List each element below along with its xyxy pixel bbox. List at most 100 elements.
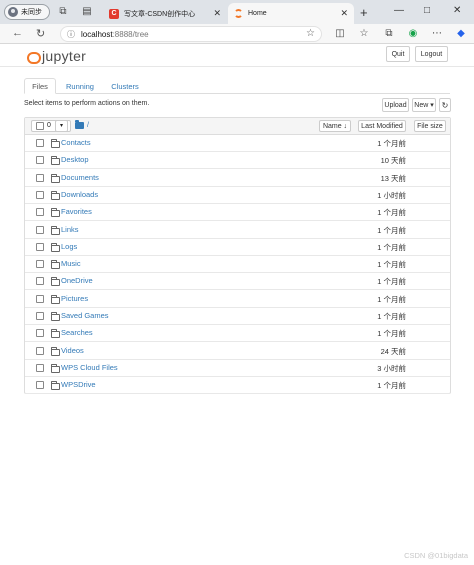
folder-link[interactable]: Saved Games <box>61 311 109 320</box>
sort-last-modified-button[interactable]: Last Modified <box>358 120 406 132</box>
folder-link[interactable]: Favorites <box>61 207 92 216</box>
folder-link[interactable]: Searches <box>61 328 93 337</box>
folder-link[interactable]: WPSDrive <box>61 380 96 389</box>
folder-link[interactable]: OneDrive <box>61 276 93 285</box>
favorite-star-icon[interactable]: ☆ <box>306 28 315 39</box>
list-item[interactable]: Searches 1 个月前 <box>25 325 450 343</box>
folder-icon <box>51 242 60 252</box>
tab-files[interactable]: Files <box>24 78 56 94</box>
logout-button[interactable]: Logout <box>415 46 448 62</box>
workspaces-icon[interactable]: ⧉ <box>57 6 69 18</box>
list-item[interactable]: Pictures 1 个月前 <box>25 291 450 308</box>
folder-icon <box>51 208 60 218</box>
row-checkbox[interactable] <box>36 190 44 199</box>
new-tab-button[interactable]: + <box>360 5 368 20</box>
row-checkbox[interactable] <box>36 294 44 303</box>
list-item[interactable]: Favorites 1 个月前 <box>25 204 450 222</box>
list-item[interactable]: WPS Cloud Files 3 小时前 <box>25 360 450 377</box>
folder-link[interactable]: Links <box>61 225 79 234</box>
list-item[interactable]: Logs 1 个月前 <box>25 239 450 256</box>
address-bar[interactable]: ⓘ localhost:8888/tree ☆ <box>60 26 322 42</box>
list-item[interactable]: Downloads 1 小时前 <box>25 187 450 204</box>
row-checkbox[interactable] <box>36 225 44 234</box>
folder-icon <box>51 173 60 183</box>
new-dropdown-button[interactable]: New ▾ <box>412 98 436 112</box>
last-modified: 1 个月前 <box>377 329 406 339</box>
close-icon[interactable]: ✕ <box>340 8 348 19</box>
row-checkbox[interactable] <box>36 329 44 338</box>
last-modified: 1 个月前 <box>377 225 406 235</box>
favorites-icon[interactable]: ☆ <box>358 28 370 39</box>
folder-link[interactable]: Contacts <box>61 138 91 147</box>
folder-link[interactable]: Videos <box>61 346 84 355</box>
back-icon[interactable]: ← <box>12 27 23 39</box>
minimize-icon[interactable]: — <box>394 5 404 16</box>
select-all-checkbox[interactable] <box>36 122 44 130</box>
tab-clusters[interactable]: Clusters <box>106 78 144 94</box>
row-checkbox[interactable] <box>36 363 44 372</box>
sort-file-size-button[interactable]: File size <box>414 120 446 132</box>
list-item[interactable]: Contacts 1 个月前 <box>25 135 450 152</box>
browser-tab-csdn[interactable]: C 写文章-CSDN创作中心 ✕ <box>103 3 227 24</box>
list-item[interactable]: OneDrive 1 个月前 <box>25 273 450 291</box>
jupyter-logo-icon <box>27 50 41 64</box>
folder-link[interactable]: Downloads <box>61 190 98 199</box>
list-item[interactable]: Saved Games 1 个月前 <box>25 308 450 325</box>
folder-link[interactable]: WPS Cloud Files <box>61 363 118 372</box>
last-modified: 1 个月前 <box>377 260 406 270</box>
more-icon[interactable]: ⋯ <box>431 28 443 39</box>
row-checkbox[interactable] <box>36 139 44 147</box>
row-checkbox[interactable] <box>36 346 44 355</box>
last-modified: 1 个月前 <box>377 381 406 391</box>
folder-link[interactable]: Logs <box>61 242 77 251</box>
folder-link[interactable]: Documents <box>61 173 99 182</box>
row-checkbox[interactable] <box>36 242 44 251</box>
tab-title: Home <box>248 10 267 17</box>
browser-tab-home[interactable]: Home ✕ <box>228 3 354 24</box>
list-item[interactable]: Documents 13 天前 <box>25 170 450 187</box>
row-checkbox[interactable] <box>36 156 44 165</box>
quit-button[interactable]: Quit <box>386 46 410 62</box>
row-checkbox[interactable] <box>36 260 44 269</box>
upload-button[interactable]: Upload <box>382 98 409 112</box>
select-dropdown-caret[interactable]: ▾ <box>55 120 68 132</box>
row-checkbox[interactable] <box>36 173 44 182</box>
folder-link[interactable]: Music <box>61 259 81 268</box>
last-modified: 1 个月前 <box>377 277 406 287</box>
tab-running[interactable]: Running <box>60 78 100 94</box>
profile-button[interactable]: 未同步 <box>4 4 50 20</box>
last-modified: 24 天前 <box>380 346 406 356</box>
refresh-icon[interactable]: ↻ <box>439 98 451 112</box>
list-item[interactable]: Desktop 10 天前 <box>25 152 450 170</box>
folder-icon <box>51 190 60 200</box>
list-item[interactable]: Links 1 个月前 <box>25 222 450 239</box>
extension-icon[interactable]: ◉ <box>407 28 419 39</box>
breadcrumb[interactable]: / <box>75 120 89 129</box>
sort-name-button[interactable]: Name ↓ <box>319 120 351 132</box>
row-checkbox[interactable] <box>36 277 44 286</box>
profile-label: 未同步 <box>21 9 42 16</box>
row-checkbox[interactable] <box>36 312 44 320</box>
window-close-icon[interactable]: ✕ <box>453 5 461 16</box>
split-screen-icon[interactable]: ◫ <box>334 28 346 39</box>
last-modified: 1 个月前 <box>377 139 406 148</box>
list-item[interactable]: WPSDrive 1 个月前 <box>25 377 450 395</box>
folder-link[interactable]: Pictures <box>61 294 88 303</box>
reload-icon[interactable]: ↻ <box>36 27 45 40</box>
csdn-icon: C <box>109 8 119 19</box>
row-checkbox[interactable] <box>36 381 44 390</box>
row-checkbox[interactable] <box>36 208 44 217</box>
tab-actions-icon[interactable]: ▤ <box>81 6 93 18</box>
info-icon[interactable]: ⓘ <box>67 29 75 40</box>
copilot-icon[interactable]: ◆ <box>455 28 467 39</box>
list-item[interactable]: Videos 24 天前 <box>25 343 450 360</box>
folder-icon <box>51 139 60 148</box>
maximize-icon[interactable]: □ <box>424 5 430 16</box>
last-modified: 3 小时前 <box>377 363 406 373</box>
list-header: 0 ▾ / Name ↓ Last Modified File size <box>25 118 450 135</box>
list-item[interactable]: Music 1 个月前 <box>25 256 450 274</box>
collections-icon[interactable]: ⧉ <box>383 28 395 39</box>
jupyter-logo[interactable]: jupyter <box>27 48 86 64</box>
folder-link[interactable]: Desktop <box>61 155 89 164</box>
close-icon[interactable]: ✕ <box>213 8 221 19</box>
